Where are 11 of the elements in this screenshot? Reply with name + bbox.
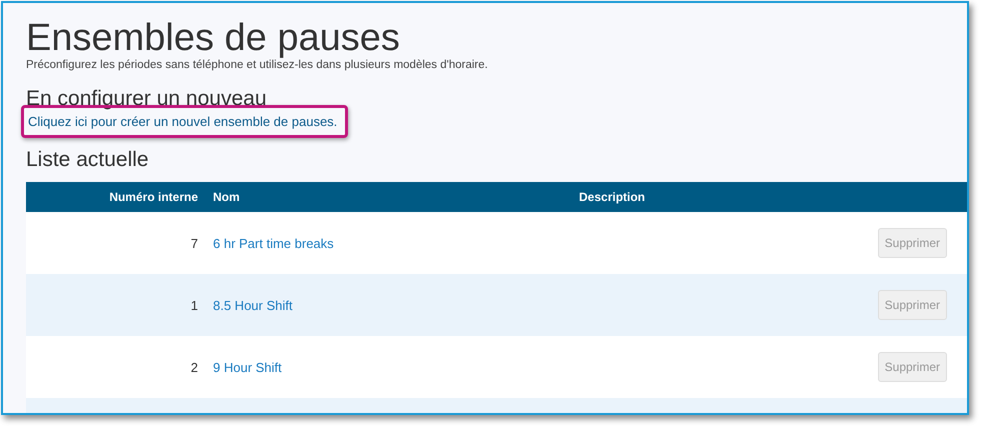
- page-title: Ensembles de pauses: [26, 17, 401, 59]
- column-header: Nom: [212, 190, 241, 204]
- page-subtitle: Préconfigurez les périodes sans téléphone et utilisez-les dans plusieurs modèles d'horaire.: [26, 59, 489, 71]
- create-link[interactable]: Cliquez ici pour créer un nouvel ensemble de pauses.: [28, 114, 338, 129]
- column-header: Description: [578, 190, 646, 204]
- id-cell-text: 1: [190, 298, 199, 312]
- section-heading: Liste actuelle: [26, 148, 150, 172]
- id-cell-text: 2: [190, 360, 199, 374]
- section-heading: En configurer un nouveau: [26, 87, 268, 111]
- column-header: Numéro interne: [108, 190, 199, 204]
- id-cell-text: 7: [190, 236, 199, 250]
